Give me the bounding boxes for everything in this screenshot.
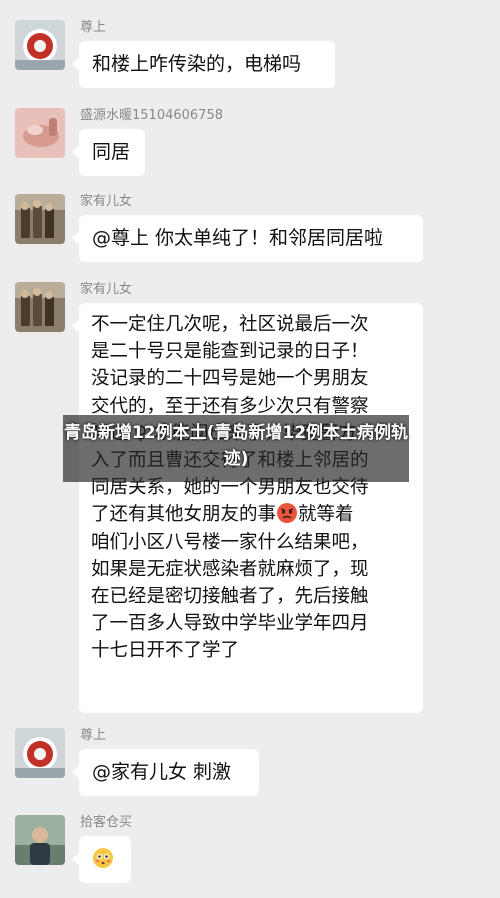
flushed-face-emoji-icon [92,847,114,869]
message-bubble[interactable]: 不一定住几次呢，社区说最后一次 是二十号只是能查到记录的日子！ 没记录的二十四号… [72,303,423,713]
message-bubble[interactable] [72,836,131,883]
chat-message: 拾客仓买 [0,815,500,890]
sender-name: 尊上 [80,20,107,35]
chat-message: 盛源水暖15104606758 同居 [0,108,500,183]
chat-message: 尊上 @家有儿女 刺激 [0,728,500,803]
sender-name: 盛源水暖15104606758 [80,108,223,123]
message-bubble[interactable]: 和楼上咋传染的，电梯吗 [72,41,335,88]
chat-message: 家有儿女 @尊上 你太单纯了！和邻居同居啦 [0,194,500,269]
caption-overlay-text: 青岛新增12例本土(青岛新增12例本土病例轨迹) [63,423,409,469]
sender-name: 家有儿女 [80,282,133,297]
red-circle-avatar-icon[interactable] [15,728,65,778]
message-text: 同居 [92,141,131,163]
family-photo-avatar-icon[interactable] [15,282,65,332]
message-bubble[interactable]: @家有儿女 刺激 [72,749,259,796]
chat-message: 家有儿女 不一定住几次呢，社区说最后一次 是二十号只是能查到记录的日子！ 没记录… [0,282,500,714]
sender-name: 尊上 [80,728,107,743]
message-bubble[interactable]: 同居 [72,129,145,176]
message-text: @家有儿女 刺激 [92,761,232,783]
message-text: 和楼上咋传染的，电梯吗 [92,53,302,75]
message-text-continued: 就等着 咱们小区八号楼一家什么结果吧， 如果是无症状感染者就麻烦了，现 在已经是… [91,504,369,662]
red-circle-avatar-icon[interactable] [15,20,65,70]
angry-face-emoji-icon [276,502,298,524]
sender-name: 家有儿女 [80,194,133,209]
message-text: @尊上 你太单纯了！和邻居同居啦 [92,227,384,249]
chat-message: 尊上 和楼上咋传染的，电梯吗 [0,20,500,95]
portrait-avatar-icon[interactable] [15,815,65,865]
family-photo-avatar-icon[interactable] [15,194,65,244]
message-bubble[interactable]: @尊上 你太单纯了！和邻居同居啦 [72,215,423,262]
sender-name: 拾客仓买 [80,815,133,830]
hand-photo-avatar-icon[interactable] [15,108,65,158]
